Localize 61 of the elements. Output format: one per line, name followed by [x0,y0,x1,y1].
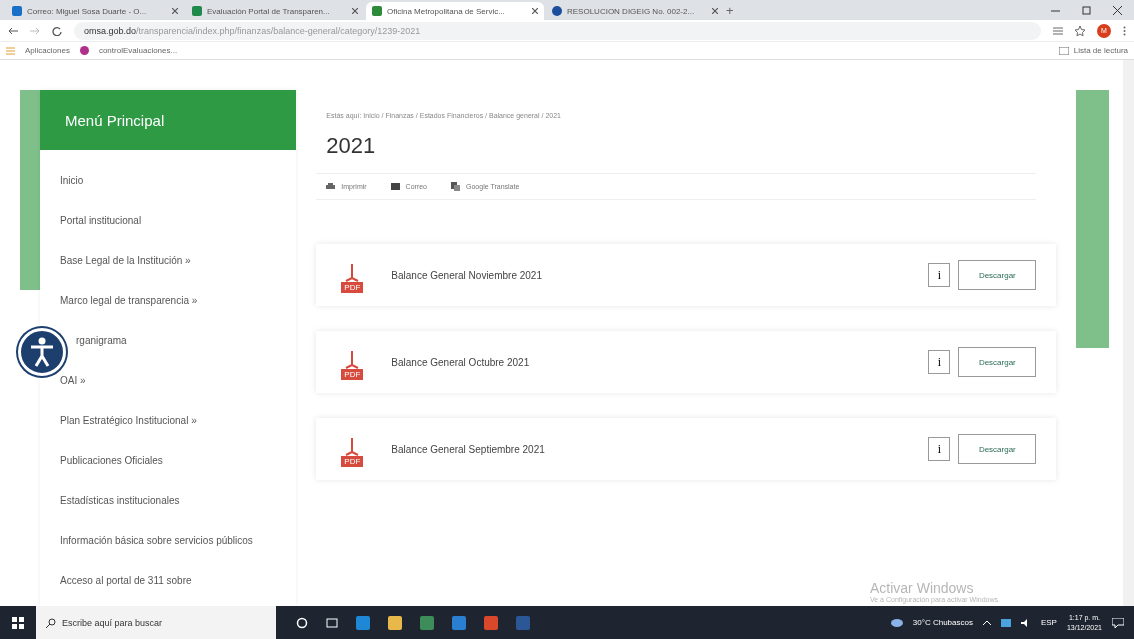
menu-item[interactable]: Base Legal de la Institución » [40,242,297,282]
menu-item[interactable]: Marco legal de transparencia » [40,282,297,322]
menu-item[interactable]: Acceso al portal de 311 sobre [40,562,297,602]
address-field[interactable]: omsa.gob.do/transparencia/index.php/finanzas/balance-general/category/1239-2021 [74,21,1041,40]
star-icon[interactable] [1075,25,1085,36]
info-button[interactable]: i [928,263,951,287]
document-title: Balance General Noviembre 2021 [391,269,543,281]
document-title: Balance General Septiembre 2021 [391,443,546,455]
close-icon[interactable] [532,8,538,14]
bookmark-link[interactable]: controlEvaluaciones... [98,46,178,55]
menu-item[interactable]: rganigrama [74,322,297,362]
info-button[interactable]: i [928,350,951,374]
accessibility-button[interactable] [18,328,66,376]
bookmark-link[interactable]: Aplicaciones [25,46,70,55]
caret-icon[interactable] [982,620,991,625]
close-icon[interactable] [172,8,178,14]
translate-icon [451,182,460,191]
search-icon [46,617,56,628]
windows-icon [12,616,24,629]
menu-item[interactable]: Inicio [40,162,297,202]
menu-item[interactable]: Publicaciones Oficiales [40,442,297,482]
task-view-icon[interactable] [326,616,338,629]
close-icon[interactable] [352,8,358,14]
menu-item[interactable]: Portal institucional [40,202,297,242]
new-tab-button[interactable]: + [726,2,734,18]
scrollbar[interactable] [1122,60,1134,606]
browser-tab[interactable]: Oficina Metropolitana de Servic... [366,2,544,20]
favicon-icon [372,6,382,16]
close-icon[interactable] [1113,5,1122,15]
favicon-icon [192,6,202,16]
envelope-icon [390,183,400,190]
favicon-icon [12,6,22,16]
close-icon[interactable] [712,8,718,14]
browser-tab[interactable]: RESOLUCION DIGEIG No. 002-2... [546,2,724,20]
menu-item[interactable]: Información básica sobre servicios públicos [40,522,297,562]
taskbar-search-field[interactable]: Escribe aquí para buscar [36,606,276,639]
document-title: Balance General Octubre 2021 [391,356,531,368]
more-icon[interactable] [1123,25,1126,36]
browser-tab[interactable]: Correo: Miguel Sosa Duarte - O... [6,2,184,20]
notification-icon[interactable] [1112,617,1124,628]
activation-title: Activar Windows [870,580,975,596]
sidebar-title: Menú Principal [40,90,297,150]
browser-tab[interactable]: Evaluación Portal de Transparen... [186,2,364,20]
reload-icon[interactable] [52,25,62,36]
maximize-icon[interactable] [1082,5,1091,15]
page-title: 2021 [326,133,377,159]
weather-text[interactable]: 30°C Chubascos [912,618,973,627]
cortana-icon[interactable] [296,616,308,629]
printer-icon [326,182,336,191]
download-button[interactable]: Descargar [958,434,1037,464]
download-button[interactable]: Descargar [958,347,1037,377]
menu-item[interactable]: Plan Estratégico Institucional » [40,402,297,442]
person-icon [29,337,55,367]
language-indicator[interactable]: ESP [1040,618,1057,627]
info-button[interactable]: i [928,437,951,461]
menu-item[interactable]: OAI » [40,362,297,402]
download-button[interactable]: Descargar [958,260,1037,290]
menu-item[interactable]: Estadísticas institucionales [40,482,297,522]
reading-list-link[interactable]: Lista de lectura [1073,46,1128,55]
back-icon[interactable] [8,26,18,35]
favicon-icon [552,6,562,16]
